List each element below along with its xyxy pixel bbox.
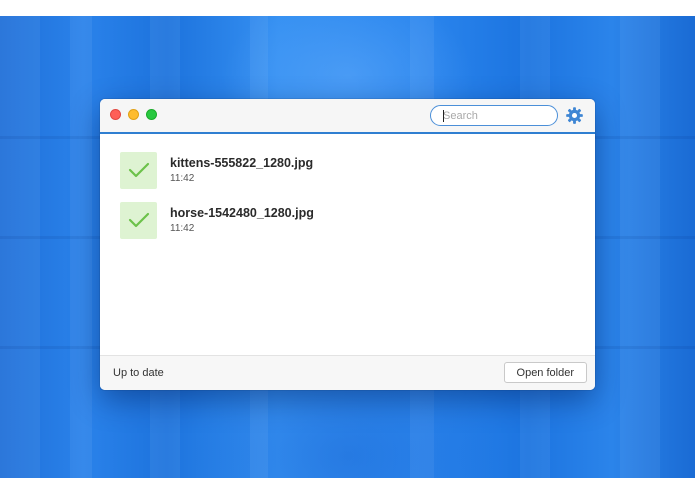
check-icon [120,152,157,189]
close-window-button[interactable] [110,109,121,120]
status-bar: Up to date Open folder [100,355,595,390]
file-name: horse-1542480_1280.jpg [170,206,314,220]
gear-icon[interactable] [565,106,584,125]
text-cursor [443,110,444,122]
list-item[interactable]: horse-1542480_1280.jpg 11:42 [120,202,560,240]
app-window: kittens-555822_1280.jpg 11:42 horse-1542… [100,99,595,390]
maximize-window-button[interactable] [146,109,157,120]
check-icon [120,202,157,239]
file-time: 11:42 [170,173,195,184]
title-bar [100,99,595,134]
list-item[interactable]: kittens-555822_1280.jpg 11:42 [120,152,560,190]
sync-status: Up to date [113,367,164,379]
open-folder-button[interactable]: Open folder [503,362,587,383]
file-name: kittens-555822_1280.jpg [170,156,314,170]
file-list: kittens-555822_1280.jpg 11:42 horse-1542… [100,134,595,356]
file-time: 11:42 [170,223,195,234]
minimize-window-button[interactable] [128,109,139,120]
search-input[interactable] [430,105,558,126]
